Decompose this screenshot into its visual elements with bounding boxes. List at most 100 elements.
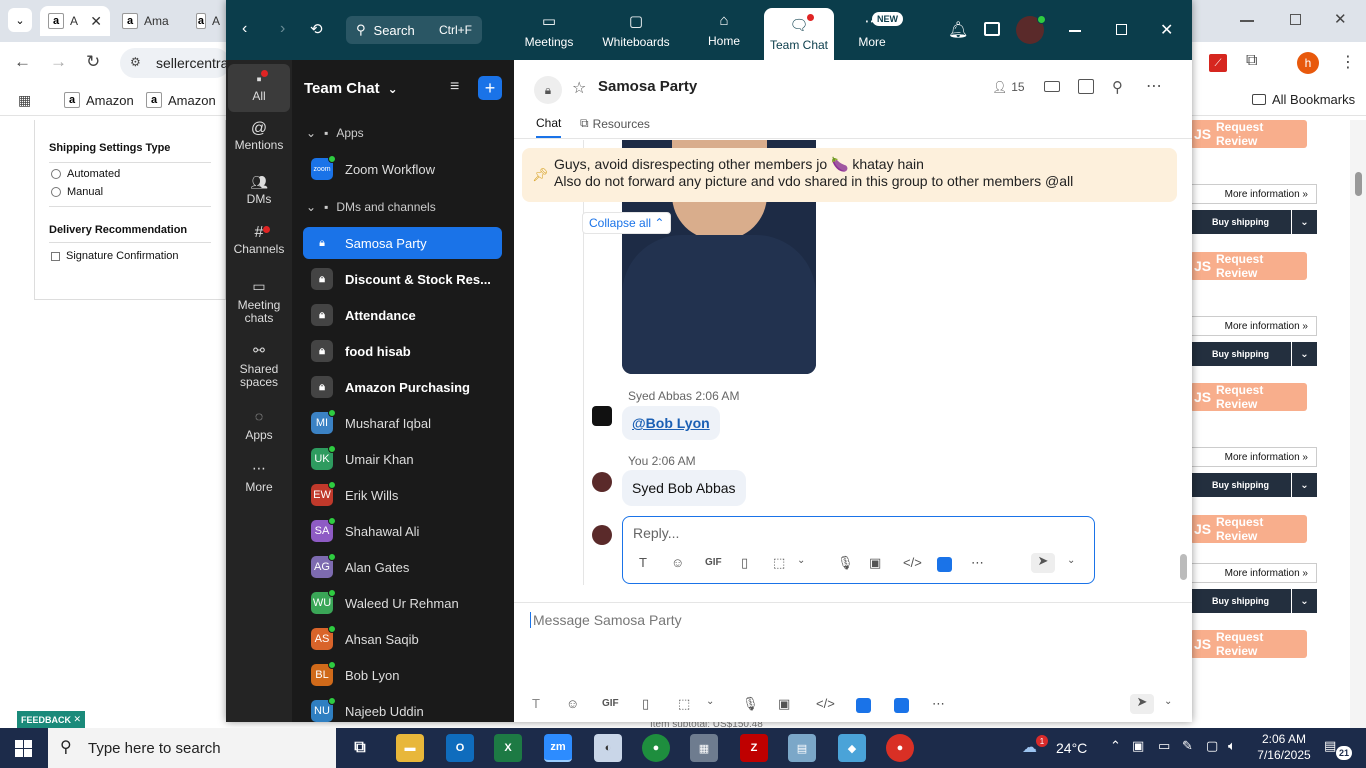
reply-input[interactable]: Reply... [633, 525, 679, 541]
sidebar-item-more[interactable]: ⋯ More [228, 461, 290, 494]
sidebar-item-mentions[interactable]: @ Mentions [228, 121, 290, 152]
emoji-icon[interactable]: ☺ [566, 696, 579, 711]
screenshot-icon[interactable]: ⬚ [773, 555, 785, 571]
message-input[interactable]: Message Samosa Party [530, 612, 682, 628]
request-review-button[interactable]: Request Review [1190, 120, 1307, 148]
list-item-contact[interactable]: NU Najeeb Uddin [303, 695, 502, 727]
tray-app-icon[interactable]: ▣ [1132, 738, 1144, 754]
chrome-icon[interactable]: ● [642, 734, 670, 762]
filezilla-icon[interactable]: Z [740, 734, 768, 762]
battery-icon[interactable]: ▭ [1158, 738, 1170, 754]
star-icon[interactable]: ☆ [572, 78, 586, 98]
reload-icon[interactable]: ↻ [86, 52, 100, 72]
weather-temp[interactable]: 24°C [1056, 740, 1087, 756]
close-icon[interactable]: ✕ [1334, 10, 1347, 28]
chevron-down-icon[interactable]: ⌄ [1291, 473, 1317, 497]
zoom-docs-icon[interactable] [856, 698, 871, 713]
list-item-zoom-workflow[interactable]: zoom Zoom Workflow [303, 153, 502, 185]
notepad-icon[interactable]: ▤ [788, 734, 816, 762]
more-icon[interactable]: ⋯ [932, 696, 945, 712]
collapse-all-button[interactable]: Collapse all ⌃ [582, 212, 672, 234]
weather-icon[interactable]: ☁ [1022, 738, 1037, 756]
format-text-icon[interactable]: T [532, 696, 540, 711]
microphone-icon[interactable]: 🎙︎ [837, 555, 854, 571]
reply-box[interactable]: Reply... T ☺ GIF ▯ ⬚ ⌄ 🎙︎ ▣ </> ⋯ ➤ ⌄ [622, 516, 1095, 584]
chevron-down-icon[interactable]: ⌄ [1164, 696, 1172, 707]
message-bubble[interactable]: @Bob Lyon [622, 406, 720, 440]
more-information-button[interactable]: More information » [1190, 447, 1317, 467]
apps-grid-icon[interactable]: ▦ [18, 92, 31, 109]
list-item-contact[interactable]: MI Musharaf Iqbal [303, 407, 502, 439]
code-icon[interactable]: </> [816, 696, 835, 711]
restore-icon[interactable] [1290, 14, 1301, 25]
send-icon[interactable]: ➤ [1130, 694, 1154, 714]
search-box[interactable]: ⚲ Search Ctrl+F [346, 16, 482, 44]
sidebar-item-apps[interactable]: ◌ Apps [228, 409, 290, 442]
add-icon[interactable]: + [478, 76, 502, 100]
chat-scrollbar[interactable] [1180, 140, 1188, 600]
sidebar-item-shared-spaces[interactable]: ⚯ Shared spaces [228, 343, 290, 389]
calculator-icon[interactable]: ▦ [690, 734, 718, 762]
more-icon[interactable]: ⋯ [971, 555, 984, 571]
format-text-icon[interactable]: T [639, 555, 647, 570]
forward-icon[interactable]: → [50, 52, 67, 72]
history-icon[interactable]: ⟲ [310, 20, 323, 38]
extensions-icon[interactable]: ⧉ [1246, 52, 1257, 70]
pdf-extension-icon[interactable]: ⟋ [1209, 54, 1227, 72]
buy-shipping-button[interactable]: Buy shipping ⌄ [1190, 473, 1317, 497]
channel-samosa-party[interactable]: 🔒︎ Samosa Party [303, 227, 502, 259]
channel-discount-stock[interactable]: 🔒︎ Discount & Stock Res... [303, 263, 502, 295]
dms-section-header[interactable]: ⌄ ▪ DMs and channels [306, 200, 436, 214]
automated-radio[interactable]: Automated [51, 168, 120, 180]
maximize-icon[interactable] [1116, 24, 1127, 35]
chevron-down-icon[interactable]: ⌄ [1291, 589, 1317, 613]
close-icon[interactable]: ✕ [90, 13, 102, 30]
apps-section-header[interactable]: ⌄ ▪ Apps [306, 126, 364, 140]
message-bubble[interactable]: Syed Bob Abbas [622, 470, 746, 506]
list-item-contact[interactable]: AG Alan Gates [303, 551, 502, 583]
excel-icon[interactable]: X [494, 734, 522, 762]
list-item-contact[interactable]: UK Umair Khan [303, 443, 502, 475]
task-view-icon[interactable]: ⧉ [346, 734, 374, 762]
more-information-button[interactable]: More information » [1190, 184, 1317, 204]
page-scrollbar[interactable] [1350, 120, 1366, 728]
channel-amazon-purchasing[interactable]: 🔒︎ Amazon Purchasing [303, 371, 502, 403]
site-settings-icon[interactable]: ⚙ [130, 55, 141, 69]
pinned-message[interactable]: 📌︎ Guys, avoid disrespecting other membe… [522, 148, 1177, 202]
browser-tab-3[interactable]: a A [188, 6, 228, 36]
back-icon[interactable]: ‹ [242, 20, 247, 38]
sidebar-item-all[interactable]: ▪ All [228, 64, 290, 112]
network-icon[interactable]: ▢ [1206, 738, 1218, 754]
avatar[interactable] [592, 406, 612, 426]
outlook-icon[interactable]: O [446, 734, 474, 762]
file-icon[interactable]: ▯ [741, 555, 748, 571]
nav-whiteboards[interactable]: ▢ Whiteboards [596, 0, 676, 60]
windows-start-icon[interactable] [15, 740, 32, 757]
search-icon[interactable]: ⚲ [1112, 78, 1123, 96]
sidebar-item-meeting-chats[interactable]: ▭ Meeting chats [228, 279, 290, 325]
sender-name[interactable]: Syed Abbas [628, 389, 692, 403]
chevron-down-icon[interactable]: ⌄ [706, 696, 714, 707]
pen-icon[interactable]: ✎ [1182, 738, 1193, 754]
request-review-button[interactable]: Request Review [1190, 630, 1307, 658]
gif-icon[interactable]: GIF [705, 557, 722, 568]
tab-list-icon[interactable]: ⌄ [8, 8, 32, 32]
signature-confirmation-checkbox[interactable]: Signature Confirmation [51, 250, 179, 262]
buy-shipping-button[interactable]: Buy shipping ⌄ [1190, 342, 1317, 366]
back-icon[interactable]: ← [14, 52, 31, 72]
minimize-icon[interactable] [1240, 20, 1254, 22]
forward-icon[interactable]: › [280, 20, 285, 38]
buy-shipping-button[interactable]: Buy shipping ⌄ [1190, 589, 1317, 613]
calendar-icon[interactable] [1078, 79, 1094, 94]
paint-icon[interactable]: ◐ [594, 734, 622, 762]
list-item-contact[interactable]: BL Bob Lyon [303, 659, 502, 691]
nav-home[interactable]: ⌂ Home [696, 0, 752, 60]
scroll-thumb[interactable] [1355, 172, 1362, 196]
channel-title[interactable]: Samosa Party [598, 78, 697, 95]
list-item-contact[interactable]: AS Ahsan Saqib [303, 623, 502, 655]
bookmark-amazon-2[interactable]: a Amazon [146, 92, 216, 108]
chevron-down-icon[interactable]: ⌄ [1291, 342, 1317, 366]
clock[interactable]: 2:06 AM 7/16/2025 [1252, 731, 1316, 763]
app-icon[interactable]: ◆ [838, 734, 866, 762]
file-explorer-icon[interactable]: ▬ [396, 734, 424, 762]
